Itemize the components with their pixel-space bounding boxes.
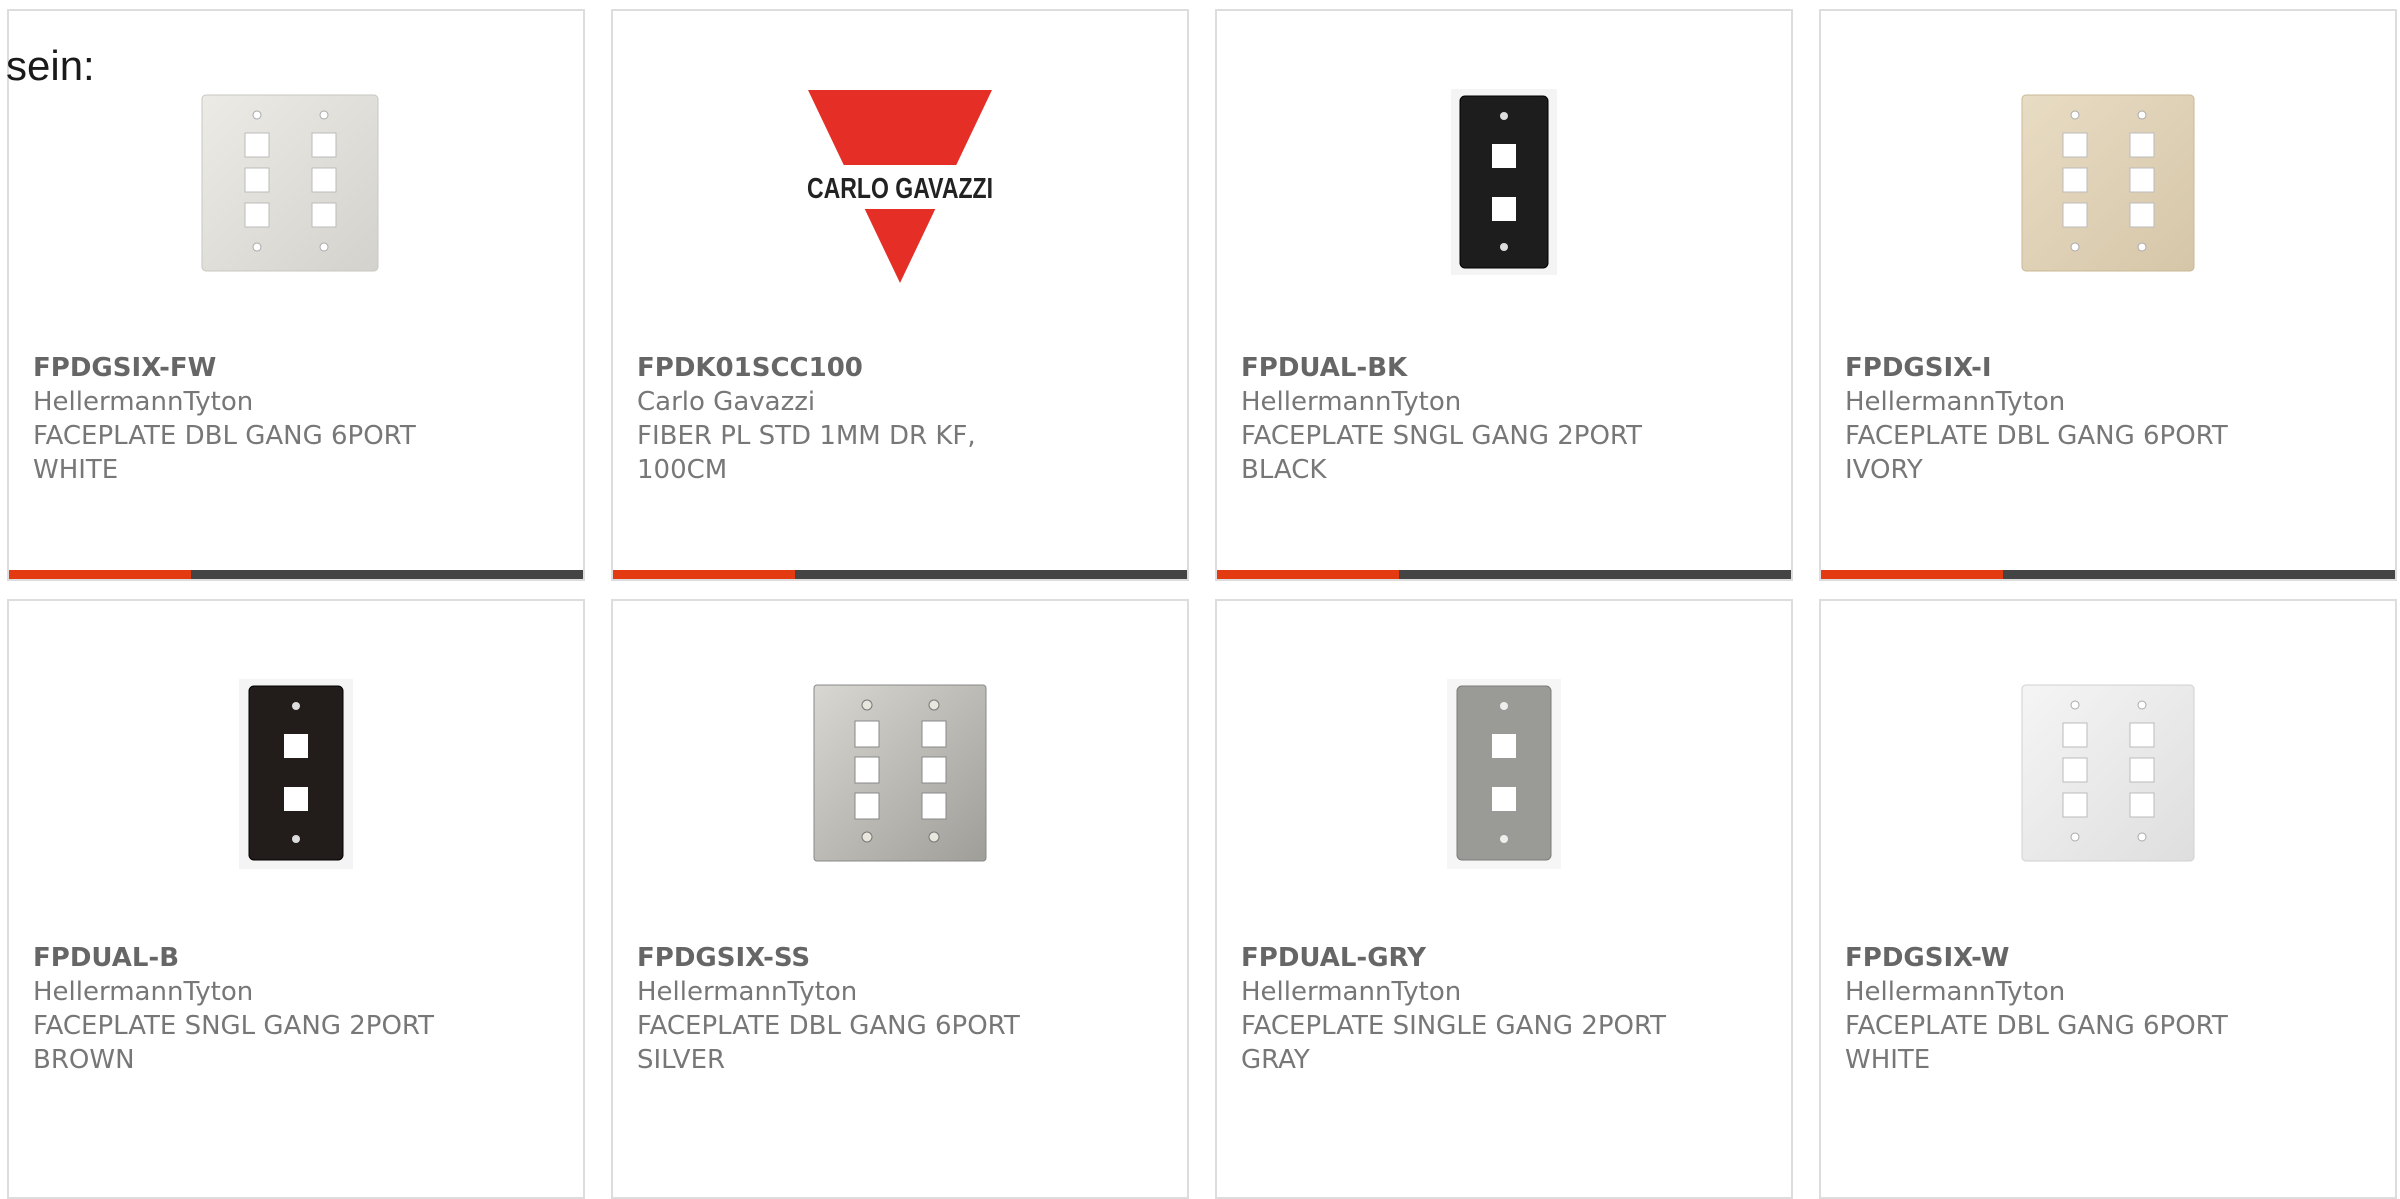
faceplate-single-2port-brown-icon	[9, 675, 583, 885]
part-number[interactable]: FPDUAL-GRY	[1241, 941, 1767, 975]
description: FACEPLATE DBL GANG 6PORT WHITE	[33, 421, 416, 485]
product-card[interactable]: FPDGSIX-W HellermannTyton FACEPLATE DBL …	[1819, 599, 2397, 1199]
manufacturer: HellermannTyton	[1241, 977, 1462, 1007]
product-card[interactable]: FPDUAL-B HellermannTyton FACEPLATE SNGL …	[7, 599, 585, 1199]
card-bar	[1821, 570, 2395, 579]
faceplate-double-6port-silver-icon	[613, 675, 1187, 885]
product-card[interactable]: FPDGSIX-SS HellermannTyton FACEPLATE DBL…	[611, 599, 1189, 1199]
manufacturer: HellermannTyton	[637, 977, 858, 1007]
description: FACEPLATE SNGL GANG 2PORT BROWN	[33, 1011, 434, 1075]
lead-text: sein:	[6, 42, 95, 89]
product-card[interactable]: FPDUAL-GRY HellermannTyton FACEPLATE SIN…	[1215, 599, 1793, 1199]
manufacturer: HellermannTyton	[1241, 387, 1462, 417]
description: FIBER PL STD 1MM DR KF, 100CM	[637, 421, 976, 485]
part-number[interactable]: FPDUAL-B	[33, 941, 559, 975]
card-bar	[613, 570, 1187, 579]
product-card[interactable]: FPDGSIX-I HellermannTyton FACEPLATE DBL …	[1819, 9, 2397, 581]
part-number[interactable]: FPDK01SCC100	[637, 351, 1163, 385]
card-bar	[9, 570, 583, 579]
manufacturer: Carlo Gavazzi	[637, 387, 816, 417]
manufacturer: HellermannTyton	[1845, 387, 2066, 417]
description: FACEPLATE SNGL GANG 2PORT BLACK	[1241, 421, 1642, 485]
svg-text:CARLO GAVAZZI: CARLO GAVAZZI	[807, 173, 993, 205]
description: FACEPLATE DBL GANG 6PORT SILVER	[637, 1011, 1020, 1075]
part-number[interactable]: FPDGSIX-FW	[33, 351, 559, 385]
faceplate-double-6port-white-icon	[1821, 675, 2395, 885]
manufacturer: HellermannTyton	[33, 387, 254, 417]
description: FACEPLATE DBL GANG 6PORT WHITE	[1845, 1011, 2228, 1075]
carlo-gavazzi-logo: CARLO GAVAZZI	[613, 85, 1187, 295]
description: FACEPLATE DBL GANG 6PORT IVORY	[1845, 421, 2228, 485]
part-number[interactable]: FPDGSIX-W	[1845, 941, 2371, 975]
faceplate-single-2port-black-icon	[1217, 85, 1791, 295]
product-card[interactable]: CARLO GAVAZZI FPDK01SCC100 Carlo Gavazzi…	[611, 9, 1189, 581]
manufacturer: HellermannTyton	[33, 977, 254, 1007]
part-number[interactable]: FPDUAL-BK	[1241, 351, 1767, 385]
part-number[interactable]: FPDGSIX-SS	[637, 941, 1163, 975]
part-number[interactable]: FPDGSIX-I	[1845, 351, 2371, 385]
card-bar	[1217, 570, 1791, 579]
manufacturer: HellermannTyton	[1845, 977, 2066, 1007]
product-card[interactable]: FPDUAL-BK HellermannTyton FACEPLATE SNGL…	[1215, 9, 1793, 581]
faceplate-single-2port-gray-icon	[1217, 675, 1791, 885]
product-card[interactable]: FPDGSIX-FW HellermannTyton FACEPLATE DBL…	[7, 9, 585, 581]
description: FACEPLATE SINGLE GANG 2PORT GRAY	[1241, 1011, 1667, 1075]
faceplate-double-6port-white-icon	[9, 85, 583, 295]
faceplate-double-6port-ivory-icon	[1821, 85, 2395, 295]
